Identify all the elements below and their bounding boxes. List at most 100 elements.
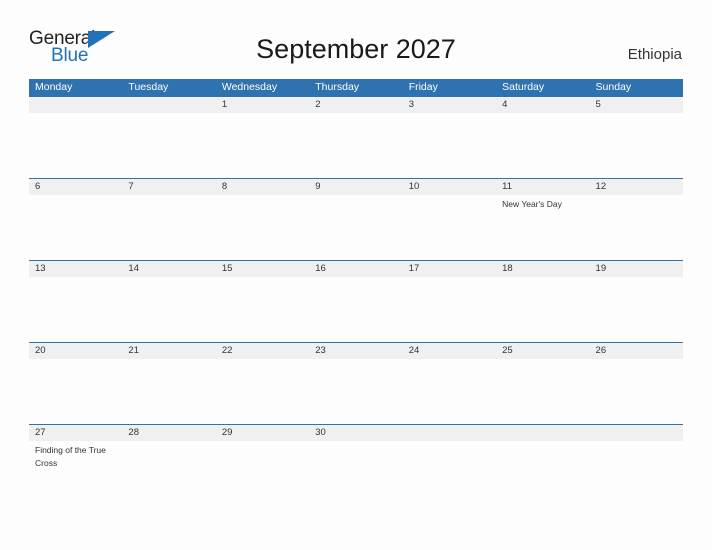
day-events [403,359,496,424]
date-number[interactable] [590,425,683,441]
day-events [122,277,215,342]
week-date-numbers: 1 2 3 4 5 [29,96,683,113]
day-events [403,195,496,260]
date-number[interactable]: 18 [496,261,589,277]
calendar-week-row: 1 2 3 4 5 [29,96,683,178]
calendar-grid: Monday Tuesday Wednesday Thursday Friday… [29,79,683,506]
day-events [309,113,402,178]
date-number[interactable]: 26 [590,343,683,359]
date-number[interactable]: 10 [403,179,496,195]
day-events [29,359,122,424]
date-number[interactable]: 25 [496,343,589,359]
day-events [122,359,215,424]
calendar-week-row: 6 7 8 9 10 11 12 New Year's Day [29,178,683,260]
date-number[interactable]: 23 [309,343,402,359]
day-events: New Year's Day [496,195,589,260]
weekday-header-saturday: Saturday [502,81,545,93]
day-events [216,359,309,424]
day-events [216,277,309,342]
day-events [122,441,215,506]
week-event-row: Finding of the True Cross [29,441,683,506]
day-events [29,195,122,260]
day-events [496,441,589,506]
weekday-header-sunday: Sunday [595,81,632,93]
day-events [403,113,496,178]
day-events [403,277,496,342]
date-number[interactable]: 27 [29,425,122,441]
date-number[interactable]: 6 [29,179,122,195]
day-events [403,441,496,506]
calendar-page: General Blue September 2027 Ethiopia Mon… [0,0,712,550]
date-number[interactable]: 17 [403,261,496,277]
week-date-numbers: 6 7 8 9 10 11 12 [29,178,683,195]
calendar-week-row: 27 28 29 30 Finding of the True Cross [29,424,683,506]
date-number[interactable]: 29 [216,425,309,441]
day-events [309,195,402,260]
day-events [590,113,683,178]
date-number[interactable]: 3 [403,97,496,113]
weekday-header-monday: Monday [35,81,73,93]
date-number[interactable] [496,425,589,441]
page-header: General Blue September 2027 Ethiopia [0,0,712,76]
day-events [590,359,683,424]
date-number[interactable]: 20 [29,343,122,359]
day-events [122,113,215,178]
day-events [309,441,402,506]
day-events [590,277,683,342]
date-number[interactable]: 24 [403,343,496,359]
weekday-header-thursday: Thursday [315,81,360,93]
date-number[interactable]: 16 [309,261,402,277]
date-number[interactable]: 14 [122,261,215,277]
page-title: September 2027 [256,34,456,64]
day-events [122,195,215,260]
date-number[interactable]: 30 [309,425,402,441]
date-number[interactable]: 5 [590,97,683,113]
weekday-header-tuesday: Tuesday [128,81,169,93]
week-event-row [29,277,683,342]
date-number[interactable] [122,97,215,113]
week-date-numbers: 27 28 29 30 [29,424,683,441]
date-number[interactable]: 21 [122,343,215,359]
date-number[interactable]: 28 [122,425,215,441]
date-number[interactable] [403,425,496,441]
day-events [216,441,309,506]
date-number[interactable]: 7 [122,179,215,195]
event-label: New Year's Day [502,199,562,209]
date-number[interactable]: 19 [590,261,683,277]
day-events: Finding of the True Cross [29,441,122,506]
day-events [590,195,683,260]
week-event-row: New Year's Day [29,195,683,260]
weekday-header-friday: Friday [408,81,438,93]
date-number[interactable] [29,97,122,113]
week-date-numbers: 13 14 15 16 17 18 19 [29,260,683,277]
weekday-header-row: Monday Tuesday Wednesday Thursday Friday… [29,79,683,96]
calendar-week-row: 13 14 15 16 17 18 19 [29,260,683,342]
date-number[interactable]: 1 [216,97,309,113]
date-number[interactable]: 13 [29,261,122,277]
date-number[interactable]: 2 [309,97,402,113]
date-number[interactable]: 4 [496,97,589,113]
week-event-row [29,113,683,178]
date-number[interactable]: 22 [216,343,309,359]
day-events [216,195,309,260]
date-number[interactable]: 11 [496,179,589,195]
weekday-header-wednesday: Wednesday [221,81,278,93]
event-label: Finding of the True Cross [35,445,106,468]
date-number[interactable]: 12 [590,179,683,195]
day-events [496,359,589,424]
day-events [309,359,402,424]
date-number[interactable]: 8 [216,179,309,195]
country-label: Ethiopia [627,46,682,63]
day-events [216,113,309,178]
day-events [590,441,683,506]
day-events [496,277,589,342]
calendar-week-row: 20 21 22 23 24 25 26 [29,342,683,424]
week-event-row [29,359,683,424]
date-number[interactable]: 15 [216,261,309,277]
date-number[interactable]: 9 [309,179,402,195]
day-events [29,113,122,178]
week-date-numbers: 20 21 22 23 24 25 26 [29,342,683,359]
day-events [496,113,589,178]
day-events [309,277,402,342]
day-events [29,277,122,342]
